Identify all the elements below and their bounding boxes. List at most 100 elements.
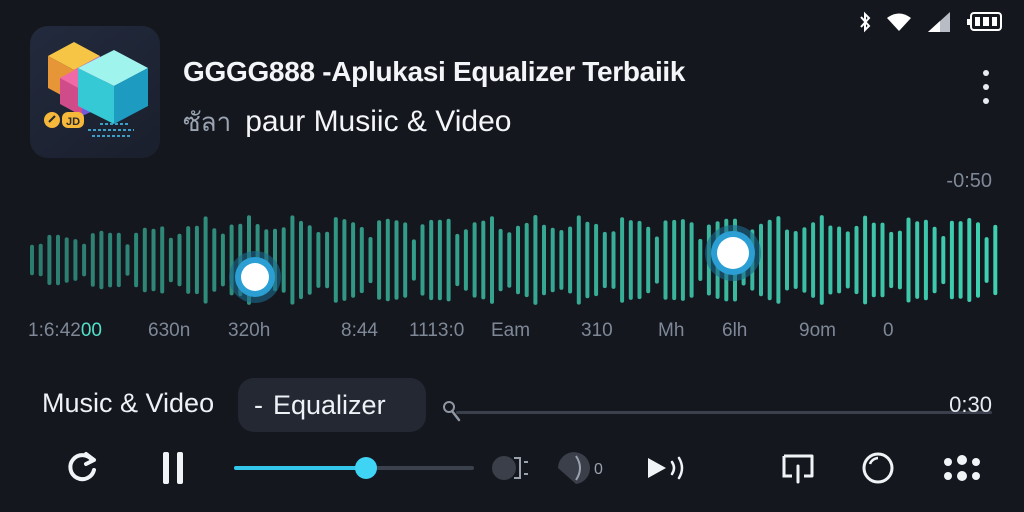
waveform-bar (811, 222, 816, 298)
waveform-bar (837, 226, 842, 294)
waveform-bar (941, 236, 946, 285)
waveform-bar (576, 215, 581, 305)
waveform-bar (776, 216, 781, 304)
waveform-bar (403, 222, 408, 298)
waveform-bar (932, 226, 937, 294)
app-icon[interactable]: JD (30, 26, 160, 158)
waveform-bar (64, 237, 69, 283)
waveform-bar (47, 234, 52, 285)
volume-thumb[interactable] (355, 457, 377, 479)
waveform-bar (56, 234, 60, 286)
waveform-bar (793, 231, 798, 289)
waveform-bar (90, 233, 95, 287)
waveform-bar (906, 217, 911, 303)
progress-handle-icon[interactable] (440, 398, 464, 424)
waveform-bar (125, 244, 130, 276)
frequency-label: 630n (148, 320, 191, 341)
waveform-bar (507, 232, 512, 288)
waveform-bar (99, 230, 104, 290)
volume-slider[interactable] (234, 457, 474, 479)
waveform-bar (134, 232, 139, 288)
repeat-button[interactable] (62, 448, 102, 488)
chip-dash: - (254, 389, 263, 420)
waveform-bar (194, 225, 199, 295)
waveform-bar (342, 219, 347, 301)
now-playing-label: Music & Video (42, 388, 215, 418)
eq-band-knob[interactable] (705, 225, 761, 281)
waveform-bar (307, 225, 312, 295)
waveform-bar (411, 239, 416, 281)
waveform-bar (420, 224, 425, 296)
volume-text: 0 (594, 461, 603, 478)
waveform-bar (663, 220, 668, 300)
track-progress-bar[interactable] (440, 396, 992, 426)
waveform-bar (550, 227, 555, 293)
cast-icon (782, 454, 814, 484)
waveform-bar (976, 222, 980, 298)
equalizer-chip[interactable]: - Equalizer (238, 378, 426, 432)
waveform-bar (915, 221, 920, 299)
mute-icon (492, 456, 528, 480)
waveform-visualizer[interactable] (28, 190, 1000, 318)
waveform-bar (359, 227, 364, 294)
waveform-bar (594, 223, 599, 297)
next-icon (648, 456, 684, 480)
dot-icon (983, 98, 989, 104)
waveform-bar (168, 237, 173, 283)
cast-button[interactable] (778, 448, 818, 488)
waveform-bar (481, 220, 486, 300)
frequency-label: 0 (883, 320, 894, 341)
waveform-bar (854, 225, 859, 295)
more-grid-button[interactable] (940, 448, 984, 488)
pause-button[interactable] (154, 448, 194, 488)
waveform-bar (142, 227, 147, 293)
next-button[interactable] (644, 448, 690, 488)
app-subtitle-row: ซัลา paur Musiic & Video (183, 102, 685, 143)
waveform-bar (568, 226, 573, 294)
bluetooth-icon (858, 11, 872, 33)
volume-button[interactable]: 0 (556, 448, 606, 488)
waveform-bar (628, 220, 633, 300)
subtitle-prefix: ซัลา (183, 107, 232, 137)
waveform-bar (463, 229, 468, 291)
waveform-bar (880, 222, 885, 298)
waveform-bar (316, 232, 321, 288)
waveform-bar (368, 237, 373, 284)
waveform-bar (116, 232, 121, 288)
dot-icon (983, 70, 989, 76)
more-options-button[interactable] (976, 70, 996, 104)
waveform-bar (819, 215, 824, 305)
waveform-bar (455, 233, 460, 287)
title-block: GGGG888 -Aplukasi Equalizer Terbaiik ซัล… (183, 56, 685, 143)
search-icon (862, 452, 894, 484)
waveform-bar (646, 226, 651, 294)
waveform-bar (533, 215, 538, 305)
waveform-bar (889, 231, 894, 289)
waveform-bar (802, 227, 807, 293)
mute-button[interactable] (488, 448, 532, 488)
waveform-bar (203, 216, 208, 304)
waveform-bar (559, 230, 564, 290)
eq-band-knob[interactable] (229, 251, 281, 303)
signal-icon (926, 11, 952, 33)
waveform-bar (73, 239, 78, 281)
waveform-bar (785, 229, 789, 291)
pause-icon (163, 452, 183, 484)
waveform-bar (472, 222, 477, 298)
waveform-bar (680, 219, 685, 301)
frequency-label: 1113:0 (409, 320, 465, 341)
frequency-label: 9om (799, 320, 836, 341)
track-time: 0:30 (949, 392, 992, 417)
search-button[interactable] (858, 448, 898, 488)
waveform-bar (967, 218, 972, 302)
waveform-bar (689, 222, 694, 298)
frequency-labels: 1:6:4200 630n 320h 8:44 1113:0 Eam 310 Mh 6lh 9om… (28, 320, 1008, 344)
waveform-bar (949, 220, 954, 300)
volume-fill (234, 466, 366, 470)
waveform-bar (637, 220, 642, 300)
waveform-bar (151, 228, 156, 292)
waveform-bar (524, 222, 529, 298)
waveform-bar (585, 221, 590, 299)
frequency-label: 8:44 (341, 320, 378, 341)
waveform-bar (767, 219, 772, 301)
